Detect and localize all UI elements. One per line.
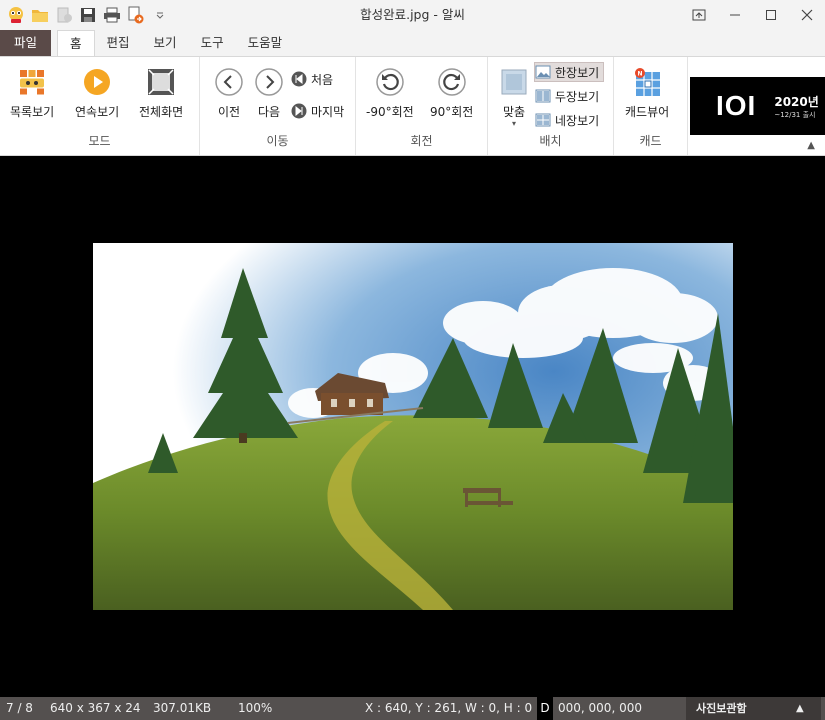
next-button[interactable]: 다음 [252, 65, 286, 120]
single-view-label: 한장보기 [555, 65, 600, 80]
group-layout-label: 배치 [539, 134, 562, 148]
slideshow-button[interactable]: 연속보기 [75, 65, 119, 120]
group-rotate-label: 회전 [410, 134, 433, 148]
cad-viewer-button[interactable]: N 캐드뷰어 [625, 65, 669, 120]
fit-button[interactable]: 맞춤 ▾ [497, 65, 531, 128]
first-label: 처음 [311, 72, 334, 87]
slideshow-label: 연속보기 [75, 105, 120, 119]
title-bar: 합성완료.jpg - 알씨 [0, 0, 825, 30]
last-button[interactable]: 마지막 [291, 101, 344, 121]
prev-label: 이전 [217, 105, 241, 119]
ad-line2: ~12/31 출시 [774, 110, 816, 119]
chevron-left-icon [212, 65, 246, 99]
status-zoom: 100% [238, 701, 273, 715]
list-view-button[interactable]: 목록보기 [10, 65, 54, 120]
close-icon[interactable] [789, 0, 825, 30]
group-move: 이전 다음 처음 마지막 이동 [200, 57, 356, 155]
tab-file[interactable]: 파일 [0, 30, 52, 56]
group-mode: 목록보기 연속보기 전체화면 모드 [0, 57, 200, 155]
ad-text: 2020년 ~12/31 출시 [774, 93, 818, 120]
status-file-size: 307.01KB [153, 701, 212, 715]
quad-view-icon [535, 112, 551, 128]
rotate-ccw-button[interactable]: -90°회전 [366, 65, 414, 120]
app-logo-icon[interactable] [4, 3, 28, 27]
rotate-right-icon [435, 65, 469, 99]
cad-viewer-icon: N [630, 65, 664, 99]
ribbon-tabs: 파일 홈 편집 보기 도구 도움말 [0, 30, 825, 56]
prev-button[interactable]: 이전 [212, 65, 246, 120]
skip-first-icon [291, 71, 307, 87]
double-view-icon [535, 88, 551, 104]
displayed-photo [93, 243, 733, 610]
fullscreen-button[interactable]: 전체화면 [139, 65, 183, 120]
ad-logo: IOI [716, 90, 757, 121]
status-index: 7 / 8 [6, 701, 33, 715]
first-button[interactable]: 처음 [291, 69, 333, 89]
photo-storage-label: 사진보관함 [696, 702, 747, 715]
rotate-left-icon [373, 65, 407, 99]
group-layout: 맞춤 ▾ 한장보기 두장보기 네장보기 배치 [488, 57, 614, 155]
status-bar: 7 / 8 640 x 367 x 24 307.01KB 100% X : 6… [0, 697, 825, 720]
list-view-icon [15, 65, 49, 99]
customize-dropdown-icon[interactable] [148, 3, 172, 27]
fit-dropdown-icon[interactable]: ▾ [512, 120, 516, 128]
maximize-icon[interactable] [753, 0, 789, 30]
quick-access-toolbar [0, 0, 172, 30]
rotate-cw-label: 90°회전 [430, 105, 474, 119]
group-rotate: -90°회전 90°회전 회전 [356, 57, 488, 155]
play-icon [80, 65, 114, 99]
skip-last-icon [291, 103, 307, 119]
fullscreen-label: 전체화면 [139, 105, 184, 119]
save-icon[interactable] [76, 3, 100, 27]
fit-icon [497, 65, 531, 99]
open-folder-icon[interactable] [28, 3, 52, 27]
rotate-ccw-label: -90°회전 [366, 105, 414, 119]
image-viewer[interactable] [0, 156, 825, 697]
single-view-icon [535, 64, 551, 80]
fullscreen-icon [144, 65, 178, 99]
fit-label: 맞춤 [502, 105, 526, 119]
status-color-value: 000, 000, 000 [558, 701, 642, 715]
single-view-button[interactable]: 한장보기 [534, 62, 605, 82]
pin-window-icon[interactable] [681, 0, 717, 30]
minimize-icon[interactable] [717, 0, 753, 30]
tab-view[interactable]: 보기 [142, 30, 189, 56]
ribbon-panel: 목록보기 연속보기 전체화면 모드 이전 다음 처음 마지막 이동 -90°회전… [0, 56, 825, 156]
double-view-label: 두장보기 [555, 89, 600, 104]
tab-home[interactable]: 홈 [57, 30, 95, 56]
group-cad: N 캐드뷰어 캐드 [614, 57, 688, 155]
add-file-icon[interactable] [52, 3, 76, 27]
status-coordinates: X : 640, Y : 261, W : 0, H : 0 [365, 701, 533, 715]
next-label: 다음 [257, 105, 281, 119]
print-icon[interactable] [100, 3, 124, 27]
double-view-button[interactable]: 두장보기 [535, 86, 599, 106]
status-dimensions: 640 x 367 x 24 [50, 701, 141, 715]
quad-view-label: 네장보기 [555, 113, 600, 128]
svg-text:N: N [638, 71, 643, 78]
group-cad-label: 캐드 [639, 134, 662, 148]
chevron-right-icon [252, 65, 286, 99]
quad-view-button[interactable]: 네장보기 [535, 110, 599, 130]
window-controls [681, 0, 825, 30]
group-mode-label: 모드 [88, 134, 111, 148]
group-move-label: 이동 [266, 134, 289, 148]
list-view-label: 목록보기 [10, 105, 55, 119]
tab-help[interactable]: 도움말 [236, 30, 295, 56]
rotate-cw-button[interactable]: 90°회전 [430, 65, 473, 120]
export-icon[interactable] [124, 3, 148, 27]
ribbon-collapse-icon[interactable]: ▲ [807, 140, 815, 151]
status-color-tag: D [537, 697, 553, 720]
tab-edit[interactable]: 편집 [95, 30, 142, 56]
cad-viewer-label: 캐드뷰어 [625, 105, 670, 119]
photo-storage-expand-icon[interactable]: ▲ [796, 697, 804, 720]
ad-line1: 2020년 [774, 94, 819, 109]
tab-tools[interactable]: 도구 [189, 30, 236, 56]
last-label: 마지막 [311, 104, 345, 119]
ad-banner[interactable]: IOI 2020년 ~12/31 출시 [690, 77, 825, 135]
